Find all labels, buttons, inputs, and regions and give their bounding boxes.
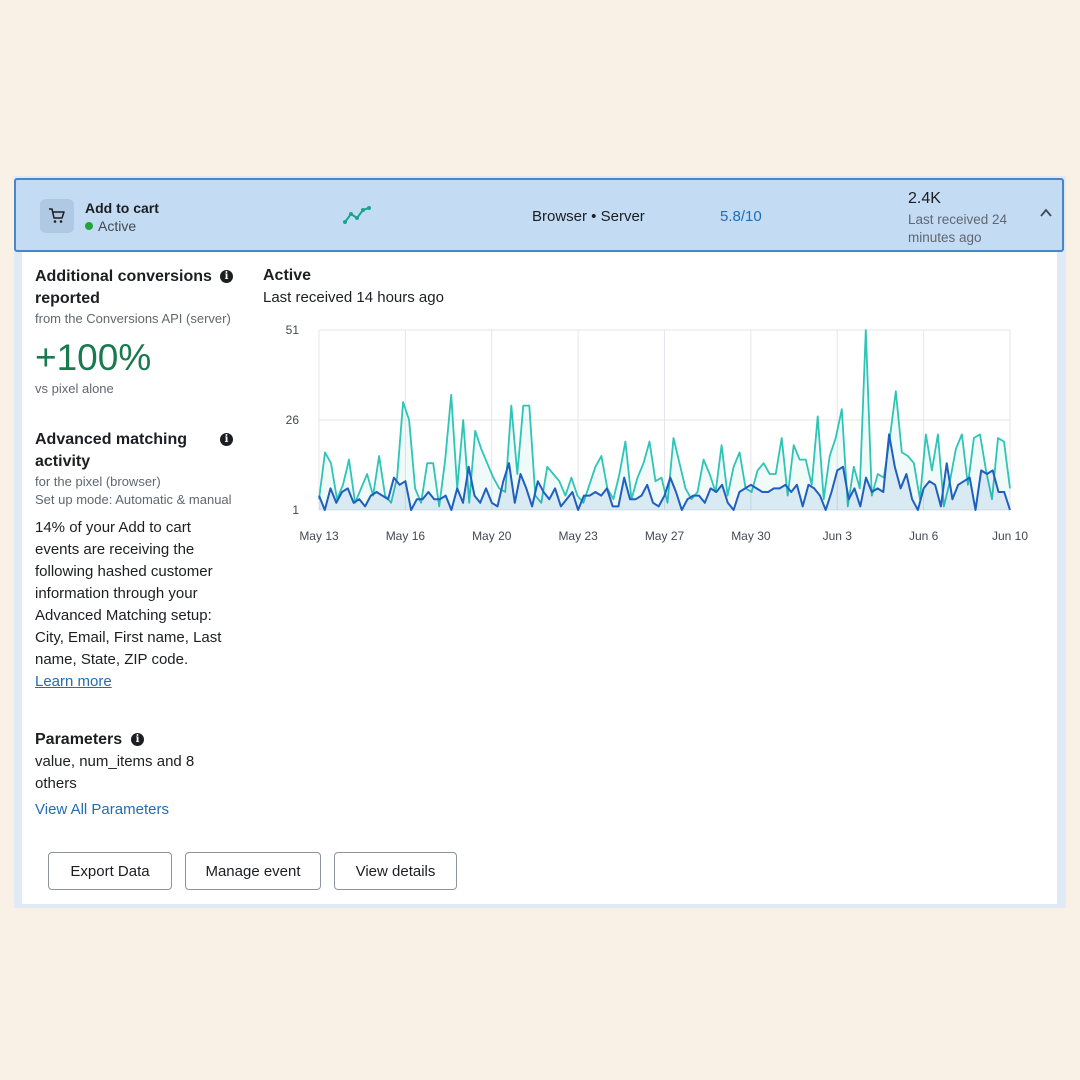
info-icon[interactable]: i: [131, 733, 144, 746]
x-tick-label: Jun 6: [909, 529, 939, 543]
manage-event-button[interactable]: Manage event: [185, 852, 321, 890]
status-dot: [85, 222, 93, 230]
export-data-button[interactable]: Export Data: [48, 852, 172, 890]
y-tick-label: 1: [292, 503, 299, 517]
shopping-cart-icon: [40, 199, 74, 233]
parameters-list: value, num_items and 8 others: [35, 753, 195, 792]
learn-more-link[interactable]: Learn more: [35, 671, 235, 693]
x-tick-label: May 13: [299, 529, 339, 543]
event-activity-chart: 1 26 51 May 13 May 16 May 20 May 23 May 27 May 3…: [286, 323, 1029, 543]
trend-line-icon: [343, 206, 371, 224]
y-tick-label: 26: [286, 413, 300, 427]
event-match-quality-score[interactable]: 5.8/10: [720, 208, 762, 225]
view-details-button[interactable]: View details: [334, 852, 457, 890]
event-status: Active: [85, 218, 136, 234]
x-tick-label: May 23: [558, 529, 598, 543]
y-tick-label: 51: [286, 323, 300, 337]
view-all-parameters-link[interactable]: View All Parameters: [35, 799, 235, 821]
event-sources: Browser • Server: [532, 208, 645, 225]
x-tick-label: May 27: [645, 529, 685, 543]
event-row-header[interactable]: Add to cart Active Browser • Server 5.8/…: [14, 178, 1064, 252]
event-status-label: Active: [98, 218, 137, 234]
x-tick-label: May 30: [731, 529, 771, 543]
event-name: Add to cart: [85, 200, 159, 216]
x-tick-label: Jun 3: [823, 529, 853, 543]
x-tick-label: May 16: [386, 529, 426, 543]
event-count: 2.4K: [908, 190, 941, 207]
x-tick-label: Jun 10: [992, 529, 1028, 543]
x-tick-label: May 20: [472, 529, 512, 543]
event-last-received: Last received 24 minutes ago: [908, 212, 1008, 245]
chevron-up-icon[interactable]: [1039, 206, 1053, 220]
event-details-panel: Additional conversions reported from the…: [22, 252, 1057, 904]
